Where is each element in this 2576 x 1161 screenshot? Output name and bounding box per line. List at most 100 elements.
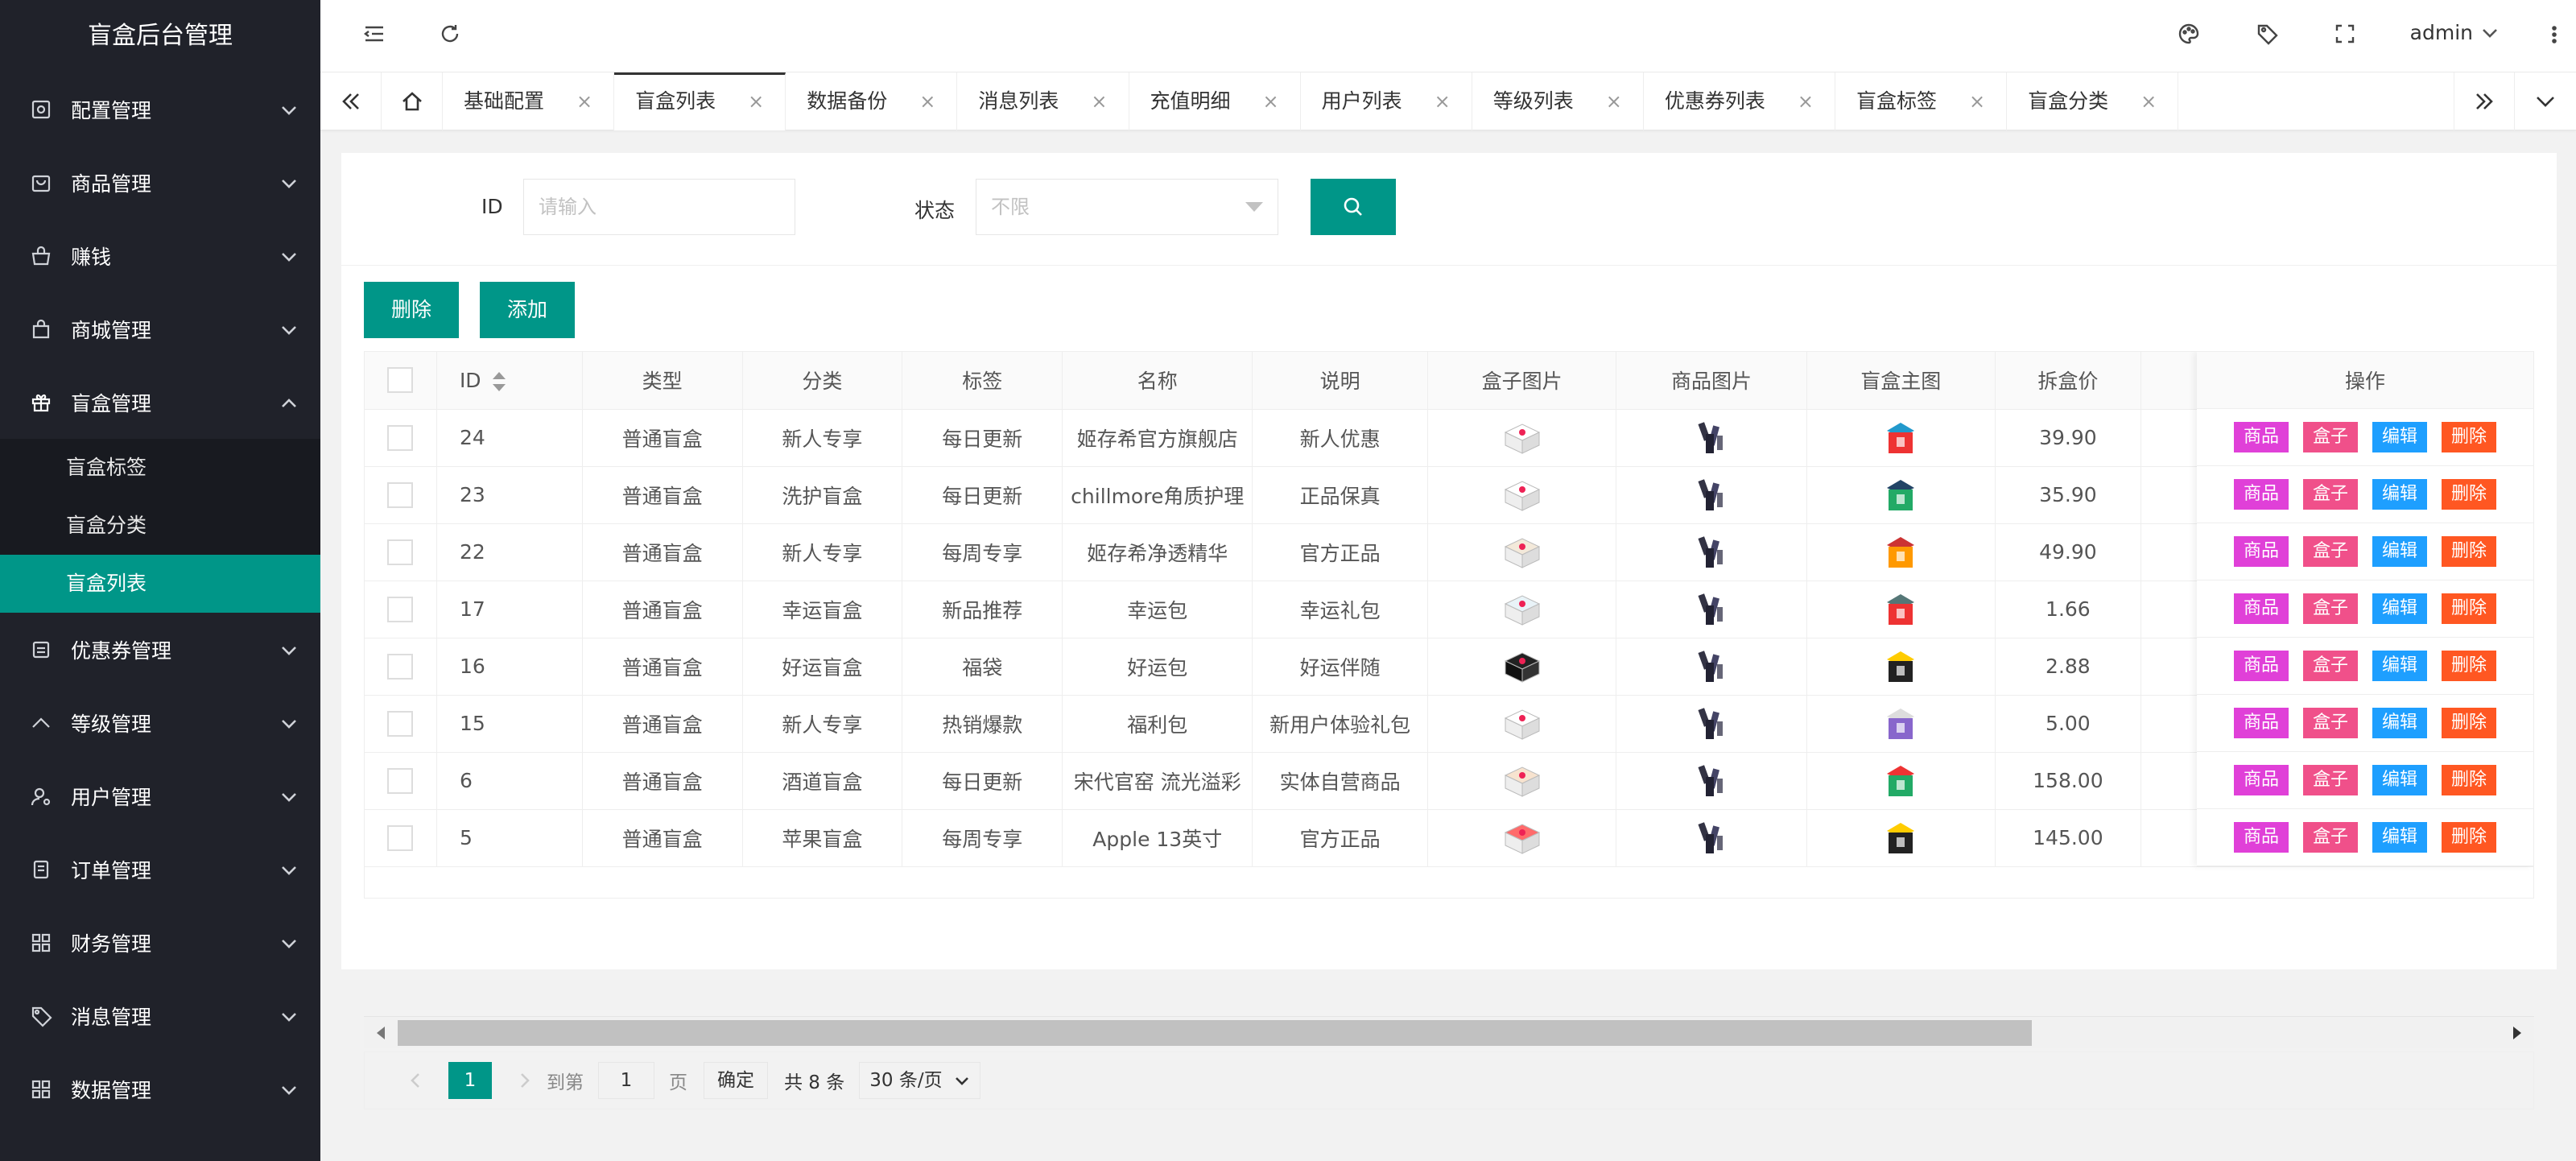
tab-0[interactable]: 基础配置 × <box>443 72 615 130</box>
row-checkbox[interactable] <box>387 539 414 565</box>
tag-icon[interactable] <box>2256 22 2283 49</box>
close-icon[interactable]: × <box>2140 90 2157 113</box>
fullscreen-icon[interactable] <box>2333 22 2360 49</box>
sidebar-item-9[interactable]: 财务管理 <box>0 906 320 979</box>
close-icon[interactable]: × <box>1091 90 1107 113</box>
goto-confirm-button[interactable]: 确定 <box>704 1062 768 1099</box>
box-button[interactable]: 盒子 <box>2302 708 2358 738</box>
close-icon[interactable]: × <box>576 90 592 113</box>
tab-8[interactable]: 盲盒标签 × <box>1835 72 2008 130</box>
goods-button[interactable]: 商品 <box>2233 708 2289 738</box>
tab-4[interactable]: 充值明细 × <box>1129 72 1301 130</box>
tab-5[interactable]: 用户列表 × <box>1301 72 1472 130</box>
edit-button[interactable]: 编辑 <box>2372 479 2428 510</box>
cell-main-image[interactable] <box>1806 809 1996 867</box>
sidebar-item-1[interactable]: 商品管理 <box>0 146 320 219</box>
cell-box-image[interactable] <box>1427 752 1617 810</box>
tabs-scroll-right-button[interactable] <box>2454 72 2515 130</box>
cell-main-image[interactable] <box>1806 580 1996 638</box>
edit-button[interactable]: 编辑 <box>2372 708 2428 738</box>
cell-box-image[interactable] <box>1427 466 1617 524</box>
cell-product-image[interactable] <box>1616 809 1807 867</box>
more-icon[interactable] <box>2542 23 2570 50</box>
row-delete-button[interactable]: 删除 <box>2442 765 2497 795</box>
menu-fold-icon[interactable] <box>362 22 390 49</box>
sidebar-subitem-2[interactable]: 盲盒列表 <box>0 555 320 613</box>
tab-2[interactable]: 数据备份 × <box>786 72 958 130</box>
row-delete-button[interactable]: 删除 <box>2442 479 2497 510</box>
sort-icon[interactable] <box>492 371 506 391</box>
goods-button[interactable]: 商品 <box>2233 593 2289 624</box>
edit-button[interactable]: 编辑 <box>2372 536 2428 567</box>
id-input[interactable]: 请输入 <box>523 179 795 235</box>
goods-button[interactable]: 商品 <box>2233 822 2289 853</box>
cell-product-image[interactable] <box>1616 695 1807 753</box>
row-checkbox[interactable] <box>387 824 414 851</box>
scrollbar-thumb[interactable] <box>398 1020 2032 1046</box>
row-delete-button[interactable]: 删除 <box>2442 822 2497 853</box>
cell-box-image[interactable] <box>1427 809 1617 867</box>
row-checkbox[interactable] <box>387 710 414 737</box>
sidebar-item-6[interactable]: 等级管理 <box>0 686 320 759</box>
row-delete-button[interactable]: 删除 <box>2442 593 2497 624</box>
tabs-dropdown-button[interactable] <box>2515 72 2576 130</box>
cell-product-image[interactable] <box>1616 752 1807 810</box>
close-icon[interactable]: × <box>1969 90 1985 113</box>
sidebar-item-8[interactable]: 订单管理 <box>0 833 320 906</box>
sidebar-item-7[interactable]: 用户管理 <box>0 759 320 833</box>
cell-main-image[interactable] <box>1806 695 1996 753</box>
row-delete-button[interactable]: 删除 <box>2442 536 2497 567</box>
sidebar-item-11[interactable]: 数据管理 <box>0 1052 320 1126</box>
page-size-select[interactable]: 30 条/页 <box>859 1062 980 1099</box>
tab-7[interactable]: 优惠券列表 × <box>1644 72 1835 130</box>
sidebar-subitem-0[interactable]: 盲盒标签 <box>0 439 320 497</box>
row-delete-button[interactable]: 删除 <box>2442 651 2497 681</box>
scroll-right-arrow-icon[interactable] <box>2513 1027 2521 1039</box>
goods-button[interactable]: 商品 <box>2233 479 2289 510</box>
sidebar-item-4[interactable]: 盲盒管理 <box>0 366 320 439</box>
row-checkbox[interactable] <box>387 767 414 794</box>
sidebar-item-3[interactable]: 商城管理 <box>0 292 320 366</box>
search-button[interactable] <box>1311 179 1396 235</box>
current-page[interactable]: 1 <box>448 1062 492 1099</box>
status-select[interactable]: 不限 <box>976 179 1278 235</box>
close-icon[interactable]: × <box>1435 90 1451 113</box>
scroll-left-arrow-icon[interactable] <box>377 1027 385 1039</box>
close-icon[interactable]: × <box>1606 90 1622 113</box>
theme-icon[interactable] <box>2177 22 2204 49</box>
column-header-id[interactable]: ID <box>436 352 583 410</box>
horizontal-scrollbar[interactable] <box>364 1016 2534 1048</box>
sidebar-item-0[interactable]: 配置管理 <box>0 72 320 146</box>
edit-button[interactable]: 编辑 <box>2372 593 2428 624</box>
cell-box-image[interactable] <box>1427 523 1617 581</box>
cell-main-image[interactable] <box>1806 638 1996 696</box>
cell-main-image[interactable] <box>1806 466 1996 524</box>
cell-box-image[interactable] <box>1427 638 1617 696</box>
cell-box-image[interactable] <box>1427 409 1617 467</box>
row-delete-button[interactable]: 删除 <box>2442 422 2497 452</box>
box-button[interactable]: 盒子 <box>2302 536 2358 567</box>
box-button[interactable]: 盒子 <box>2302 822 2358 853</box>
next-page-icon[interactable] <box>516 1072 534 1089</box>
refresh-icon[interactable] <box>438 22 465 49</box>
cell-product-image[interactable] <box>1616 638 1807 696</box>
goods-button[interactable]: 商品 <box>2233 422 2289 452</box>
cell-product-image[interactable] <box>1616 523 1807 581</box>
tabs-scroll-left-button[interactable] <box>320 72 382 130</box>
box-button[interactable]: 盒子 <box>2302 593 2358 624</box>
sidebar-item-2[interactable]: 赚钱 <box>0 219 320 292</box>
row-checkbox[interactable] <box>387 424 414 451</box>
row-delete-button[interactable]: 删除 <box>2442 708 2497 738</box>
cell-box-image[interactable] <box>1427 580 1617 638</box>
close-icon[interactable]: × <box>919 90 935 113</box>
goto-page-input[interactable]: 1 <box>598 1062 654 1099</box>
cell-main-image[interactable] <box>1806 409 1996 467</box>
goods-button[interactable]: 商品 <box>2233 536 2289 567</box>
edit-button[interactable]: 编辑 <box>2372 651 2428 681</box>
sidebar-item-5[interactable]: 优惠券管理 <box>0 613 320 686</box>
sidebar-subitem-1[interactable]: 盲盒分类 <box>0 497 320 555</box>
row-checkbox[interactable] <box>387 596 414 622</box>
edit-button[interactable]: 编辑 <box>2372 765 2428 795</box>
edit-button[interactable]: 编辑 <box>2372 822 2428 853</box>
select-all-checkbox[interactable] <box>387 367 414 394</box>
